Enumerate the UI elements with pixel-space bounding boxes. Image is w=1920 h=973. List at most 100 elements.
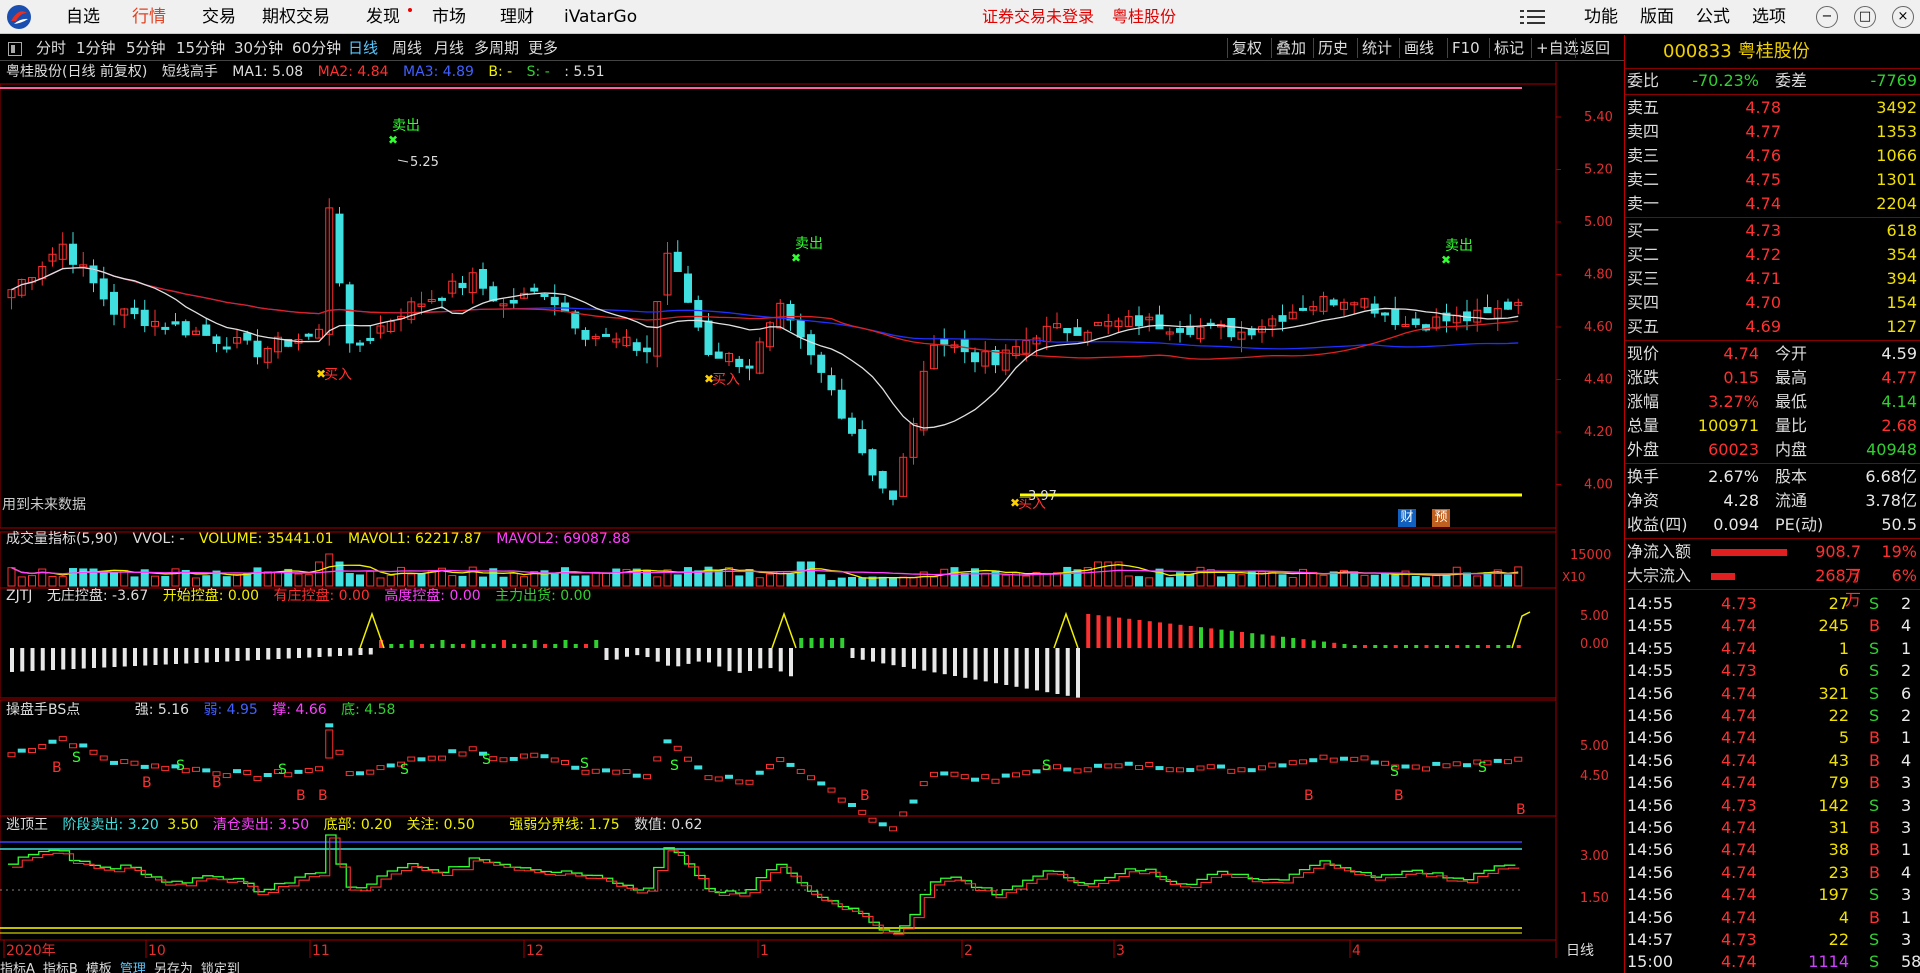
candle-body [530,287,539,292]
ask-row[interactable]: 卖二 4.75 1301 [1625,168,1920,192]
flow-label: 净流入额 [1627,542,1692,561]
zjtj-bar [266,648,271,660]
minimize-button[interactable]: − [1816,6,1838,28]
zjtj-bar [153,648,158,665]
volume-bar [848,576,856,587]
zjtj-bar [543,644,547,648]
zjtj-bar [830,638,834,648]
candle-body [1227,317,1236,338]
bid-row[interactable]: 买四 4.70 154 [1625,291,1920,315]
tick-time: 14:56 [1627,750,1674,770]
stat-label: 现价 [1627,344,1660,363]
zjtj-bar [1332,642,1337,648]
zjtj-bar [1465,645,1470,648]
bs-candle [1411,764,1420,770]
volume-value: VOLUME: 35441.01 [198,531,334,547]
bottom-tab-4[interactable]: 另存为 [154,962,193,973]
zjtj-bar [1178,624,1183,648]
zjtj-bar [338,648,342,656]
menu-options[interactable]: 选项 [1752,0,1786,34]
tick-count: 4 [1901,616,1912,636]
bottom-tab-3[interactable]: 管理 [120,962,146,973]
tick-row: 14:55 4.73 27 S 2 [1625,593,1920,615]
bid-row[interactable]: 买二 4.72 354 [1625,243,1920,267]
zjtj-bar [461,644,465,648]
menu-formula[interactable]: 公式 [1696,0,1730,34]
ask-row[interactable]: 卖一 4.74 2204 [1625,192,1920,216]
bs-candle [1360,755,1369,761]
bs-buy-mark: B [142,775,152,791]
zjtj-bar [348,648,353,656]
bs-candle [612,769,621,775]
zjtj-bar [963,648,968,678]
bs-candle [745,779,754,785]
bs-sell-mark: S [1478,760,1487,776]
zjtj-bar [430,644,435,648]
zjtj-bar [502,640,506,648]
bottom-tab-2[interactable]: 模板 [86,962,112,973]
top-divider: 强弱分界线: 1.75 [509,817,620,833]
bid-row[interactable]: 买五 4.69 127 [1625,315,1920,339]
volume-bar [755,577,764,587]
zjtj-bar [727,648,732,672]
tick-price: 4.74 [1721,773,1757,793]
zjtj-bar [1024,648,1029,689]
date-tick: 12 [526,943,544,958]
volume-bar [878,576,887,587]
bottom-tab-5[interactable]: 锁定到 [201,962,240,973]
bottom-tab-0[interactable]: 指标A [0,962,35,973]
bid-row[interactable]: 买三 4.71 394 [1625,267,1920,291]
sell-marker-icon: ✖ [1441,253,1451,267]
zjtj-v2: 开始控盘: 0.00 [162,588,260,604]
candle-body [858,429,867,454]
volume-bar [407,573,416,587]
zjtj-bar [1045,648,1050,693]
zjtj-bar [471,640,476,648]
volume-bar [1452,566,1461,587]
tick-time: 14:56 [1627,885,1674,905]
stat-row: 涨幅 3.27% 最低 4.14 [1625,390,1920,414]
bs-candle [725,774,733,779]
bid-row[interactable]: 买一 4.73 618 [1625,219,1920,243]
ask-price: 4.76 [1745,146,1781,165]
volume-bar [612,568,621,587]
zjtj-bar [307,648,312,658]
bs-bottom: 底: 4.58 [341,702,396,718]
tick-side: B [1869,750,1880,770]
bottom-tab-1[interactable]: 指标B [43,962,78,973]
bs-candle [1186,768,1195,773]
volume-bar [807,561,815,587]
tick-volume: 5 [1838,728,1849,748]
finance-badge[interactable]: 财 [1398,509,1416,527]
volume-bar [653,576,662,587]
zjtj-bar [174,648,178,664]
candle-body [479,269,487,289]
volume-bar [909,577,918,587]
zjtj-bar [1414,645,1419,648]
top-watch: 关注: 0.50 [406,817,475,833]
volume-bar [960,572,969,587]
ask-row[interactable]: 卖四 4.77 1353 [1625,120,1920,144]
zjtj-bar [717,648,722,667]
tick-price: 4.74 [1721,750,1757,770]
top-clear-sell: 清仓卖出: 3.50 [212,817,310,833]
bs-candle [1452,761,1461,767]
forecast-badge[interactable]: 预 [1432,509,1450,527]
restore-button[interactable]: □ [1854,6,1876,28]
bs-candle [960,774,969,780]
volume-bar [151,575,159,587]
tick-side: S [1869,795,1880,815]
tick-side: S [1869,885,1880,905]
stat-value: 3.27% [1708,392,1759,411]
ask-row[interactable]: 卖五 4.78 3492 [1625,96,1920,120]
menu-layout[interactable]: 版面 [1640,0,1674,34]
zjtj-bar [1086,614,1091,648]
tick-volume: 197 [1818,885,1849,905]
price-tick: 5.00 [1584,215,1613,230]
tick-time: 14:56 [1627,795,1674,815]
volume-bar [837,577,846,587]
close-button[interactable]: × [1892,6,1914,28]
zjtj-bar [881,648,886,664]
ask-row[interactable]: 卖三 4.76 1066 [1625,144,1920,168]
fin-value2: 3.78亿 [1865,491,1917,510]
